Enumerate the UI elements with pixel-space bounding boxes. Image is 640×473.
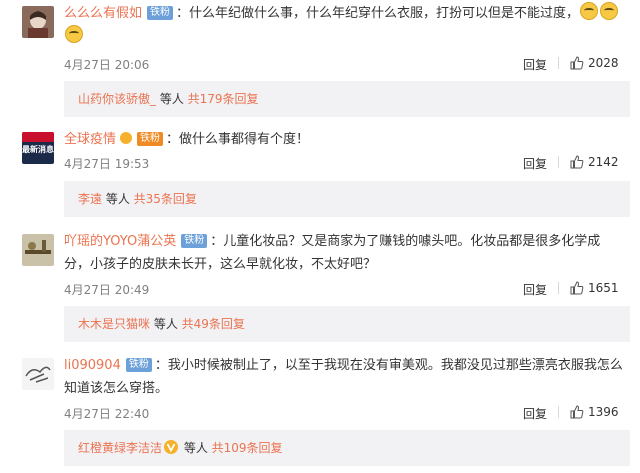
comment-time: 4月27日 20:06 bbox=[64, 58, 150, 72]
like-count: 1396 bbox=[588, 405, 619, 419]
comment-username[interactable]: 吖瑶的YOYO蒲公英 bbox=[64, 234, 176, 249]
reply-button[interactable]: 回复 bbox=[523, 56, 547, 73]
comment-content: 全球疫情 铁粉 ：做什么事都得有个度！ bbox=[64, 132, 310, 147]
comment-content: li090904 铁粉 ：我小时候被制止了，以至于我现在没有审美观。我都没见过那些漂… bbox=[64, 358, 623, 396]
like-count: 1651 bbox=[588, 281, 619, 295]
comment-content: 吖瑶的YOYO蒲公英 铁粉 ：儿童化妆品？又是商家为了赚钱的噱头吧。化妆品都是很多化… bbox=[64, 234, 601, 272]
fan-badge[interactable]: 铁粉 bbox=[137, 132, 164, 146]
like-button[interactable]: 2142 bbox=[570, 155, 619, 169]
divider bbox=[558, 282, 559, 294]
view-replies-link[interactable]: 共109条回复 bbox=[212, 441, 283, 455]
comment-time: 4月27日 22:40 bbox=[64, 407, 150, 421]
avatar[interactable] bbox=[22, 234, 54, 266]
thumbs-up-icon bbox=[570, 56, 584, 70]
laugh-cry-emoji-icon bbox=[580, 2, 599, 20]
fan-badge[interactable]: 铁粉 bbox=[125, 358, 152, 372]
like-count: 2028 bbox=[588, 56, 619, 70]
reply-button[interactable]: 回复 bbox=[523, 281, 547, 298]
fan-badge[interactable]: 铁粉 bbox=[181, 234, 208, 248]
reply-author[interactable]: 李遠 bbox=[78, 192, 102, 206]
laugh-cry-emoji-icon bbox=[600, 2, 619, 20]
reply-author[interactable]: 红橙黄绿李洁洁 bbox=[78, 441, 162, 455]
like-button[interactable]: 1651 bbox=[570, 281, 619, 295]
like-button[interactable]: 1396 bbox=[570, 405, 619, 419]
reply-author[interactable]: 山药你该骄傲_ bbox=[78, 92, 156, 106]
replies-summary: 木木是只猫咪 等人 共49条回复 bbox=[64, 306, 630, 342]
avatar[interactable]: 最新消息 bbox=[22, 132, 54, 164]
like-count: 2142 bbox=[588, 155, 619, 169]
avatar[interactable] bbox=[22, 358, 54, 390]
comment-content: 么么么有假如 铁粉 ：什么年纪做什么事，什么年纪穿什么衣服，打扮可以但是不能过度， bbox=[64, 2, 624, 48]
reply-button[interactable]: 回复 bbox=[523, 405, 547, 422]
divider bbox=[558, 406, 559, 418]
divider bbox=[558, 57, 559, 69]
vip-icon bbox=[120, 132, 133, 144]
comment-text: 什么年纪做什么事，什么年纪穿什么衣服，打扮可以但是不能过度， bbox=[189, 6, 580, 21]
comment-username[interactable]: 全球疫情 bbox=[64, 132, 116, 147]
view-replies-link[interactable]: 共35条回复 bbox=[134, 192, 197, 206]
view-replies-link[interactable]: 共49条回复 bbox=[182, 317, 245, 331]
comment-time: 4月27日 20:49 bbox=[64, 283, 150, 297]
thumbs-up-icon bbox=[570, 281, 584, 295]
replies-summary: 山药你该骄傲_ 等人 共179条回复 bbox=[64, 81, 630, 117]
comment-text: 做什么事都得有个度！ bbox=[179, 132, 310, 147]
laugh-cry-emoji-icon bbox=[65, 25, 83, 43]
like-button[interactable]: 2028 bbox=[570, 56, 619, 70]
thumbs-up-icon bbox=[570, 405, 584, 419]
replies-summary: 李遠 等人 共35条回复 bbox=[64, 181, 630, 217]
divider bbox=[558, 156, 559, 168]
reply-button[interactable]: 回复 bbox=[523, 155, 547, 172]
v-verified-icon bbox=[164, 440, 179, 454]
reply-author[interactable]: 木木是只猫咪 bbox=[78, 317, 150, 331]
thumbs-up-icon bbox=[570, 155, 584, 169]
comment-time: 4月27日 19:53 bbox=[64, 157, 150, 171]
view-replies-link[interactable]: 共179条回复 bbox=[188, 92, 259, 106]
comment-username[interactable]: 么么么有假如 bbox=[64, 6, 142, 21]
avatar[interactable] bbox=[22, 6, 54, 38]
replies-summary: 红橙黄绿李洁洁 等人 共109条回复 bbox=[64, 430, 630, 466]
fan-badge[interactable]: 铁粉 bbox=[147, 6, 174, 20]
avatar-text: 最新消息 bbox=[22, 144, 54, 154]
comment-username[interactable]: li090904 bbox=[64, 358, 121, 373]
